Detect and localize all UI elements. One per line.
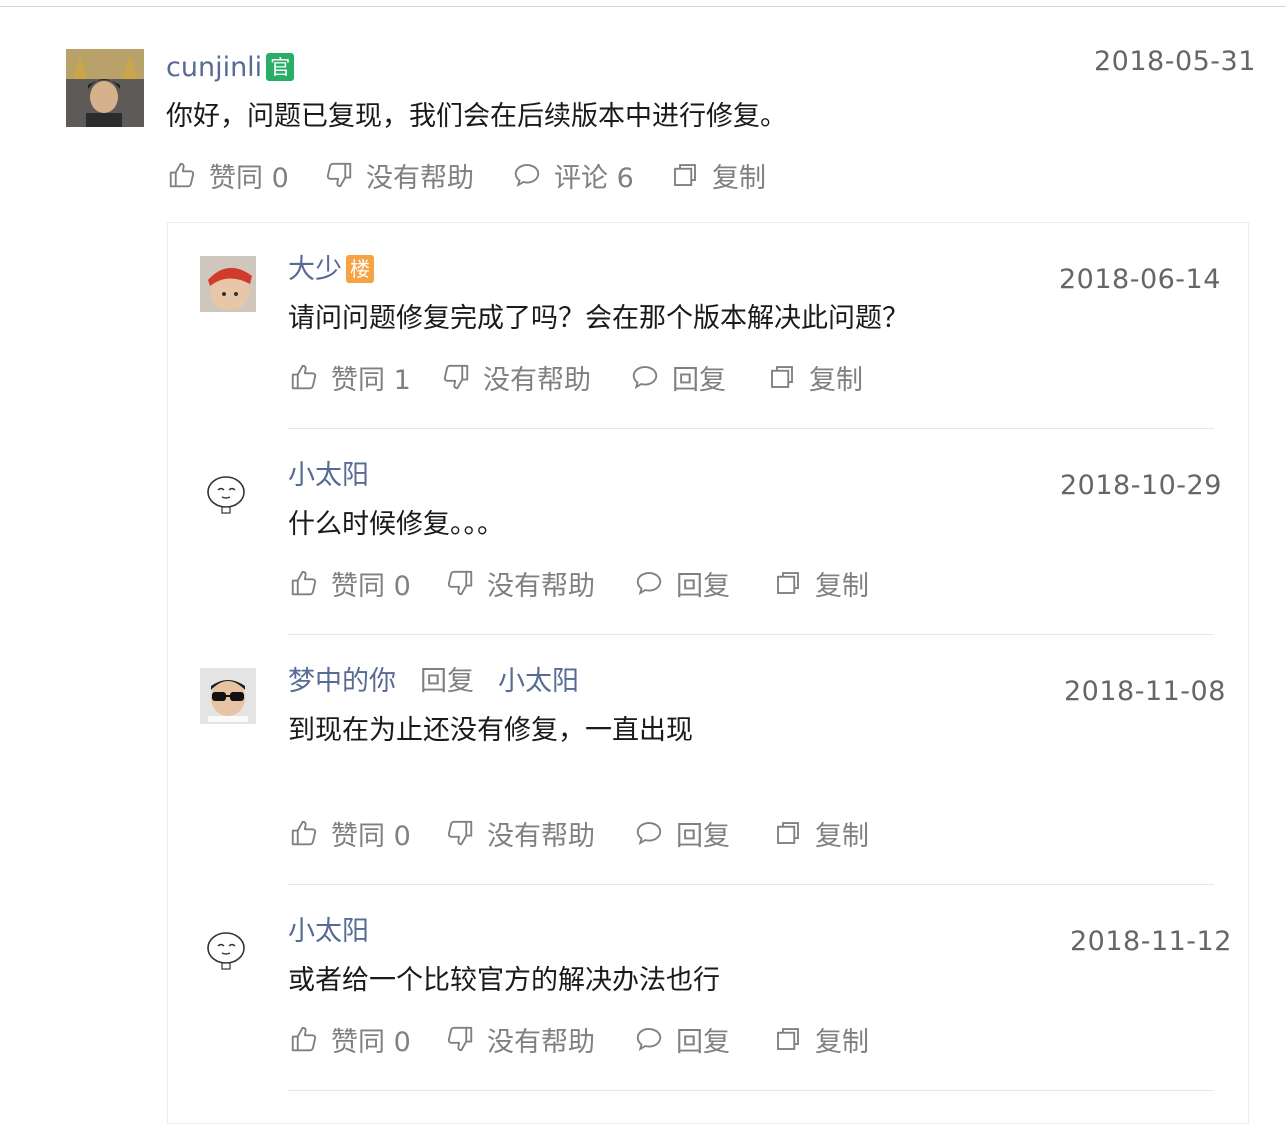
thumbs-up-icon bbox=[291, 364, 317, 390]
copy-icon bbox=[777, 1028, 799, 1050]
reply-date: 2018-06-14 bbox=[1059, 264, 1221, 295]
copy-icon bbox=[777, 572, 799, 594]
copy-button[interactable]: 复制 bbox=[767, 360, 863, 396]
reply-content: 到现在为止还没有修复，一直出现 bbox=[288, 715, 693, 746]
thumbs-down-icon bbox=[447, 820, 473, 846]
author-name[interactable]: 小太阳 bbox=[288, 916, 369, 948]
copy-button[interactable]: 复制 bbox=[773, 566, 869, 602]
reply-button[interactable]: 回复 bbox=[630, 360, 726, 396]
floor-badge: 楼 bbox=[346, 255, 374, 283]
author-name[interactable]: 梦中的你 bbox=[288, 666, 396, 697]
reply-actions: 赞同 0 没有帮助 回复 复制 bbox=[289, 816, 889, 852]
avatar-xiaotaiyang[interactable] bbox=[200, 466, 256, 522]
reply-content: 请问问题修复完成了吗？会在那个版本解决此问题？ bbox=[288, 303, 909, 334]
top-divider bbox=[0, 6, 1286, 7]
comment-bubble-icon bbox=[636, 572, 662, 595]
thumbs-up-icon bbox=[291, 1026, 317, 1052]
comment-bubble-icon bbox=[632, 366, 658, 389]
dislike-button[interactable]: 没有帮助 bbox=[445, 1022, 595, 1058]
reply-divider bbox=[288, 428, 1214, 429]
reply-actions: 赞同 0 没有帮助 回复 复制 bbox=[289, 566, 889, 602]
reply-actions: 赞同 0 没有帮助 回复 复制 bbox=[289, 1022, 889, 1058]
post-date: 2018-05-31 bbox=[1094, 46, 1256, 77]
dislike-button[interactable]: 没有帮助 bbox=[324, 158, 474, 194]
thumbs-down-icon bbox=[447, 1026, 473, 1052]
like-button[interactable]: 赞同 0 bbox=[289, 566, 411, 602]
dislike-button[interactable]: 没有帮助 bbox=[441, 360, 591, 396]
avatar-dashao[interactable] bbox=[200, 256, 256, 312]
reply-content: 或者给一个比较官方的解决办法也行 bbox=[288, 965, 720, 996]
reply-button[interactable]: 回复 bbox=[634, 566, 730, 602]
reply-divider bbox=[288, 1090, 1214, 1091]
copy-icon bbox=[674, 164, 696, 186]
reply-content: 什么时候修复。。。 bbox=[288, 509, 504, 540]
comment-button[interactable]: 评论 6 bbox=[512, 158, 634, 194]
like-button[interactable]: 赞同 0 bbox=[289, 816, 411, 852]
copy-button[interactable]: 复制 bbox=[773, 1022, 869, 1058]
comment-bubble-icon bbox=[514, 164, 540, 187]
copy-icon bbox=[777, 822, 799, 844]
comment-bubble-icon bbox=[636, 1028, 662, 1051]
reply-divider bbox=[288, 634, 1214, 635]
thumbs-up-icon bbox=[169, 162, 195, 188]
reply-date: 2018-11-08 bbox=[1064, 676, 1226, 707]
reply-to-name[interactable]: 小太阳 bbox=[498, 666, 579, 697]
comment-bubble-icon bbox=[636, 822, 662, 845]
reply-button[interactable]: 回复 bbox=[634, 1022, 730, 1058]
reply-button[interactable]: 回复 bbox=[634, 816, 730, 852]
post-actions: 赞同 0 没有帮助 评论 6 复制 bbox=[167, 158, 787, 194]
like-button[interactable]: 赞同 0 bbox=[167, 158, 289, 194]
reply-word: 回复 bbox=[420, 666, 474, 697]
like-button[interactable]: 赞同 0 bbox=[289, 1022, 411, 1058]
dislike-button[interactable]: 没有帮助 bbox=[445, 566, 595, 602]
avatar-mengzhongdeni[interactable] bbox=[200, 668, 256, 724]
reply-header: 梦中的你 回复 小太阳 bbox=[288, 666, 579, 698]
thumbs-up-icon bbox=[291, 820, 317, 846]
thumbs-down-icon bbox=[443, 364, 469, 390]
author-name[interactable]: 大少楼 bbox=[288, 254, 374, 286]
reply-actions: 赞同 1 没有帮助 回复 复制 bbox=[289, 360, 889, 396]
thumbs-up-icon bbox=[291, 570, 317, 596]
author-name[interactable]: cunjinli 官 bbox=[166, 52, 295, 84]
reply-divider bbox=[288, 884, 1214, 885]
avatar-xiaotaiyang[interactable] bbox=[200, 922, 256, 978]
reply-date: 2018-11-12 bbox=[1070, 926, 1232, 957]
copy-button[interactable]: 复制 bbox=[670, 158, 766, 194]
thumbs-down-icon bbox=[447, 570, 473, 596]
copy-icon bbox=[771, 366, 793, 388]
post-content: 你好，问题已复现，我们会在后续版本中进行修复。 bbox=[166, 101, 787, 132]
avatar-cunjinli[interactable] bbox=[66, 49, 144, 127]
like-button[interactable]: 赞同 1 bbox=[289, 360, 411, 396]
official-badge: 官 bbox=[266, 53, 295, 81]
author-name[interactable]: 小太阳 bbox=[288, 460, 369, 492]
thumbs-down-icon bbox=[326, 162, 352, 188]
copy-button[interactable]: 复制 bbox=[773, 816, 869, 852]
reply-date: 2018-10-29 bbox=[1060, 470, 1222, 501]
dislike-button[interactable]: 没有帮助 bbox=[445, 816, 595, 852]
